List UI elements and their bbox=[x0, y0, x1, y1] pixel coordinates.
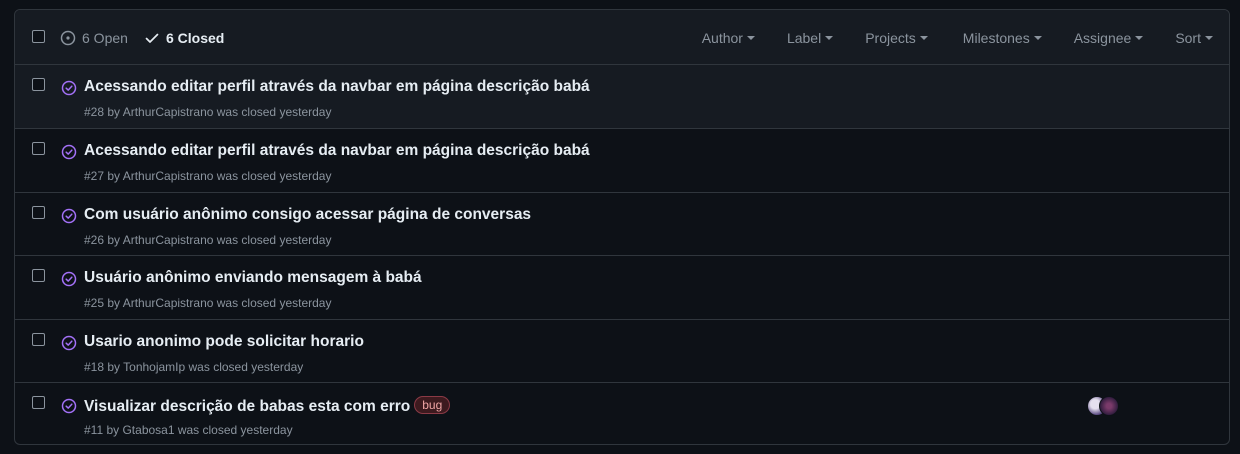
issue-checkbox[interactable] bbox=[32, 205, 45, 219]
issue-row: Com usuário anônimo consigo acessar pági… bbox=[15, 193, 1229, 256]
issue-meta: #26 by ArthurCapistrano was closed yeste… bbox=[84, 232, 332, 247]
issue-title-link[interactable]: Com usuário anônimo consigo acessar pági… bbox=[84, 206, 531, 224]
assignee-avatars[interactable] bbox=[1087, 396, 1121, 418]
issue-meta: #27 by ArthurCapistrano was closed yeste… bbox=[84, 169, 332, 183]
issue-title-link[interactable]: Usuário anônimo enviando mensagem à babá bbox=[84, 269, 422, 287]
issue-closed-icon bbox=[61, 271, 77, 292]
author-filter-dropdown[interactable]: Author bbox=[702, 30, 755, 46]
closed-count-label: 6 Closed bbox=[166, 29, 225, 46]
filter-bar: Author Label Projects Milestones Assigne… bbox=[702, 10, 1229, 65]
issue-row: Usario anonimo pode solicitar horario #1… bbox=[15, 320, 1229, 383]
issue-checkbox[interactable] bbox=[32, 332, 45, 346]
avatar[interactable] bbox=[1099, 396, 1119, 416]
open-count-label: 6 Open bbox=[82, 29, 128, 46]
issue-meta: #25 by ArthurCapistrano was closed yeste… bbox=[84, 296, 332, 310]
issue-title-link[interactable]: Acessando editar perfil através da navba… bbox=[84, 142, 590, 160]
caret-down-icon bbox=[746, 35, 755, 40]
closed-issues-toggle[interactable]: 6 Closed bbox=[144, 10, 224, 65]
issue-checkbox[interactable] bbox=[32, 78, 45, 91]
issue-closed-icon bbox=[61, 398, 77, 419]
issue-closed-icon bbox=[61, 144, 77, 165]
issue-title-wrapper: Visualizar descrição de babas esta com e… bbox=[84, 396, 451, 416]
issue-row: Acessando editar perfil através da navba… bbox=[15, 65, 1229, 129]
caret-down-icon bbox=[825, 35, 834, 40]
bug-label-badge[interactable]: bug bbox=[414, 396, 451, 414]
issue-meta: #28 by ArthurCapistrano was closed yeste… bbox=[84, 105, 332, 119]
caret-down-icon bbox=[1205, 35, 1213, 40]
issue-meta: #18 by TonhojamIp was closed yesterday bbox=[84, 359, 304, 374]
issue-open-icon bbox=[60, 30, 76, 46]
issue-closed-icon bbox=[61, 208, 77, 229]
check-icon bbox=[144, 30, 160, 46]
projects-filter-dropdown[interactable]: Projects bbox=[865, 30, 928, 46]
milestones-filter-dropdown[interactable]: Milestones bbox=[963, 30, 1042, 46]
issue-title-link[interactable]: Visualizar descrição de babas esta com e… bbox=[84, 398, 410, 415]
issue-meta: #11 by Gtabosa1 was closed yesterday bbox=[84, 423, 293, 437]
issue-row: Visualizar descrição de babas esta com e… bbox=[15, 383, 1229, 444]
issues-list-box: 6 Open 6 Closed Author Label Projects Mi… bbox=[14, 9, 1230, 445]
select-all-checkbox[interactable] bbox=[32, 30, 45, 43]
issue-checkbox[interactable] bbox=[32, 269, 45, 282]
sort-dropdown[interactable]: Sort bbox=[1175, 30, 1213, 46]
issues-list-header: 6 Open 6 Closed Author Label Projects Mi… bbox=[15, 10, 1229, 65]
issue-row: Acessando editar perfil através da navba… bbox=[15, 129, 1229, 193]
issue-checkbox[interactable] bbox=[32, 142, 45, 155]
issue-checkbox[interactable] bbox=[32, 396, 45, 409]
caret-down-icon bbox=[1135, 35, 1144, 40]
assignee-filter-dropdown[interactable]: Assignee bbox=[1074, 30, 1144, 46]
issue-title-link[interactable]: Acessando editar perfil através da navba… bbox=[84, 78, 590, 96]
label-filter-dropdown[interactable]: Label bbox=[787, 30, 834, 46]
open-issues-toggle[interactable]: 6 Open bbox=[60, 10, 128, 65]
caret-down-icon bbox=[1033, 35, 1042, 40]
issue-title-link[interactable]: Usario anonimo pode solicitar horario bbox=[84, 333, 364, 351]
issue-closed-icon bbox=[61, 335, 77, 356]
issue-row: Usuário anônimo enviando mensagem à babá… bbox=[15, 256, 1229, 320]
issue-closed-icon bbox=[61, 80, 77, 101]
caret-down-icon bbox=[919, 35, 928, 40]
